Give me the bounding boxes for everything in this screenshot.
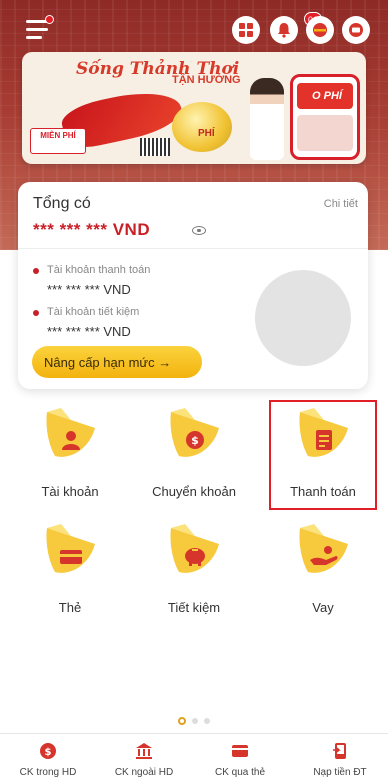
- bell-icon[interactable]: [270, 16, 298, 44]
- nav-label: CK ngoài HD: [114, 767, 174, 778]
- payment-icon: [299, 408, 348, 457]
- total-balance: *** *** *** VND: [33, 220, 151, 239]
- menu-tile-payment[interactable]: Thanh toán: [268, 402, 378, 512]
- phone-topup-icon: [333, 743, 346, 759]
- tile-label: Chuyển khoản: [152, 484, 236, 499]
- nav-ck-ngoai-hd[interactable]: CK ngoài HD: [104, 737, 184, 781]
- account-savings[interactable]: Tài khoản tiết kiệm *** *** *** VND: [33, 306, 253, 342]
- tile-label: Tài khoản: [41, 484, 99, 499]
- page-dot-active[interactable]: [178, 717, 186, 725]
- coin-label: PHÍ: [198, 128, 215, 139]
- loan-icon: [299, 524, 348, 573]
- chat-glyph: [349, 23, 363, 37]
- tile-label: Vay: [312, 600, 334, 615]
- account-balance: *** *** *** VND: [47, 324, 131, 339]
- nav-ck-trong-hd[interactable]: $ CK trong HD: [8, 737, 88, 781]
- account-balance: *** *** *** VND: [47, 282, 131, 297]
- divider: [18, 248, 368, 249]
- menu-tile-savings[interactable]: Tiết kiệm: [139, 518, 249, 628]
- bottom-nav: $ CK trong HD CK ngoài HD CK qua thẻ Nạp…: [0, 733, 388, 782]
- qr-grid-icon[interactable]: [232, 16, 260, 44]
- svg-text:$: $: [191, 434, 199, 447]
- tile-label: Thẻ: [58, 600, 82, 615]
- page-dot[interactable]: [192, 718, 198, 724]
- menu-button[interactable]: [26, 15, 56, 42]
- svg-text:$: $: [45, 747, 52, 758]
- nav-nap-tien-dt[interactable]: Nạp tiền ĐT: [300, 737, 380, 781]
- gift-icon[interactable]: [306, 16, 334, 44]
- account-payment[interactable]: Tài khoản thanh toán *** *** *** VND: [33, 264, 253, 300]
- bullet-icon: [33, 268, 39, 274]
- coin-graphic: [172, 102, 232, 152]
- upgrade-limit-button[interactable]: Nâng cấp hạn mức →: [32, 346, 202, 378]
- balance-card: Tổng có Chi tiết *** *** *** VND Tài kho…: [18, 182, 368, 389]
- bell-glyph: [278, 23, 290, 38]
- gift-glyph: [313, 23, 327, 37]
- menu-tile-account[interactable]: Tài khoản: [15, 402, 125, 512]
- promo-banner[interactable]: Sống Thảnh Thơi TẬN HƯỞNG PHÍ MIỄN PHÍ O…: [22, 52, 366, 164]
- qr-grid-glyph: [239, 23, 253, 37]
- menu-tile-card[interactable]: Thẻ: [15, 518, 125, 628]
- menu-line: [26, 36, 42, 39]
- transfer-internal-icon: $: [40, 743, 56, 759]
- person-graphic: [250, 78, 284, 160]
- nav-label: Nạp tiền ĐT: [313, 767, 367, 778]
- bank-icon: [136, 743, 152, 759]
- phone-graphic: [290, 74, 360, 160]
- account-name: Tài khoản thanh toán: [47, 264, 151, 276]
- menu-notification-dot: [45, 15, 54, 24]
- total-label: Tổng có: [33, 195, 91, 212]
- menu-tile-loan[interactable]: Vay: [268, 518, 378, 628]
- phone-logo-text: O PHÍ: [312, 90, 342, 102]
- menu-tile-transfer[interactable]: $ Chuyển khoản: [139, 402, 249, 512]
- menu-line: [26, 28, 48, 31]
- page-indicator: [0, 716, 388, 726]
- tile-label: Thanh toán: [290, 484, 356, 499]
- pie-slice: [255, 270, 351, 366]
- nav-label: CK qua thẻ: [214, 767, 266, 778]
- nav-ck-qua-the[interactable]: CK qua thẻ: [200, 737, 280, 781]
- qr-code-graphic: [140, 138, 170, 156]
- transfer-icon: $: [170, 408, 219, 457]
- card-transfer-icon: [232, 745, 248, 757]
- top-bar: 01: [0, 12, 388, 48]
- tile-label: Tiết kiệm: [167, 600, 221, 615]
- account-icon: [46, 408, 95, 457]
- balance-pie-chart: [255, 270, 351, 366]
- page-dot[interactable]: [204, 718, 210, 724]
- chat-icon[interactable]: [342, 16, 370, 44]
- menu-grid: Tài khoản $ Chuyển khoản Thanh toán Thẻ: [0, 398, 388, 728]
- mien-phi-label: MIỄN PHÍ: [30, 128, 86, 154]
- savings-icon: [170, 524, 219, 573]
- bullet-icon: [33, 310, 39, 316]
- eye-icon[interactable]: [192, 226, 206, 235]
- card-icon: [46, 524, 95, 573]
- banner-subtitle: TẬN HƯỞNG: [172, 74, 241, 86]
- account-name: Tài khoản tiết kiệm: [47, 306, 140, 318]
- detail-link[interactable]: Chi tiết: [324, 198, 358, 210]
- phone-screen-lower: [297, 115, 353, 151]
- nav-label: CK trong HD: [19, 767, 77, 778]
